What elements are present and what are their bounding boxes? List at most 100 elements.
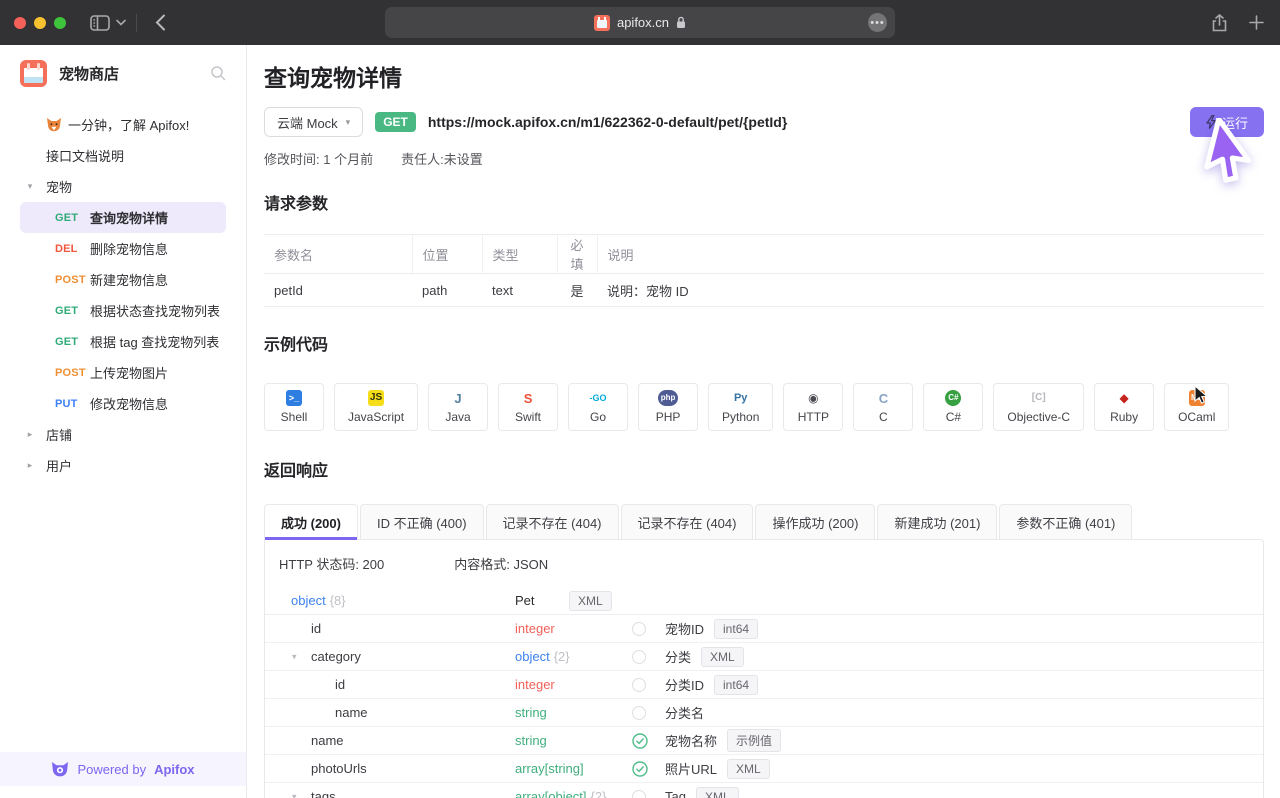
param-name: petId	[264, 274, 412, 307]
sidebar-item-update-pet[interactable]: PUT 修改宠物信息	[0, 388, 246, 419]
schema-row-name: name string 宠物名称示例值	[265, 727, 1263, 755]
lang-card-php[interactable]: phpPHP	[638, 383, 698, 431]
sidebar-item-intro[interactable]: 一分钟，了解 Apifox!	[0, 109, 246, 140]
traffic-lights	[14, 17, 66, 29]
powered-by-apifox[interactable]: Powered by Apifox	[0, 752, 246, 786]
column-header: 说明	[597, 235, 1264, 274]
sidebar-item-find-by-tag[interactable]: GET 根据 tag 查找宠物列表	[0, 326, 246, 357]
sidebar-item-create-pet[interactable]: POST 新建宠物信息	[0, 264, 246, 295]
lang-card-ruby[interactable]: ◆Ruby	[1094, 383, 1154, 431]
tab-bad-param-401[interactable]: 参数不正确 (401)	[999, 504, 1132, 540]
sidebar-item-upload-image[interactable]: POST 上传宠物图片	[0, 357, 246, 388]
sidebar-item-label: 新建宠物信息	[90, 270, 168, 289]
objective-c-icon: [C]	[1031, 390, 1047, 406]
field-desc: 分类ID	[665, 675, 704, 694]
lang-card-swift[interactable]: SSwift	[498, 383, 558, 431]
method-badge: GET	[375, 112, 416, 132]
tab-not-found-404-b[interactable]: 记录不存在 (404)	[621, 504, 754, 540]
field-desc: 宠物ID	[665, 619, 704, 638]
required-check-icon	[632, 761, 648, 777]
zoom-window-button[interactable]	[54, 17, 66, 29]
param-desc: 说明：宠物 ID	[597, 274, 1264, 307]
endpoint-url: https://mock.apifox.cn/m1/622362-0-defau…	[428, 114, 787, 130]
chevron-down-icon[interactable]	[116, 19, 126, 26]
tab-not-found-404-a[interactable]: 记录不存在 (404)	[486, 504, 619, 540]
sidebar-toggle-icon[interactable]	[90, 15, 110, 31]
sidebar-item-delete-pet[interactable]: DEL 删除宠物信息	[0, 233, 246, 264]
tab-bad-id-400[interactable]: ID 不正确 (400)	[360, 504, 484, 540]
chevron-right-icon[interactable]: ▸	[24, 460, 36, 471]
chevron-down-icon[interactable]: ▾	[24, 181, 36, 192]
sidebar-item-label: 修改宠物信息	[90, 394, 168, 413]
python-icon: Py	[733, 390, 749, 406]
back-button[interactable]	[155, 14, 166, 31]
sidebar-group-label: 宠物	[46, 177, 72, 196]
chevron-down-icon[interactable]: ▾	[292, 651, 297, 662]
env-select-value: 云端 Mock	[277, 113, 338, 132]
chevron-right-icon[interactable]: ▸	[24, 429, 36, 440]
doc-content: 查询宠物详情 云端 Mock ▾ GET https://mock.apifox…	[247, 45, 1280, 798]
share-icon[interactable]	[1212, 14, 1227, 32]
sidebar-item-doc-readme[interactable]: 接口文档说明	[0, 140, 246, 171]
run-button[interactable]: 运行	[1190, 107, 1264, 137]
address-bar[interactable]: apifox.cn •••	[385, 7, 895, 38]
xml-badge[interactable]: XML	[727, 759, 770, 779]
sidebar-group-label: 店铺	[46, 425, 72, 444]
lang-card-ocaml[interactable]: MLOCaml	[1164, 383, 1229, 431]
sidebar-group-label: 用户	[46, 456, 72, 475]
tab-op-success-200[interactable]: 操作成功 (200)	[755, 504, 875, 540]
lightning-icon	[1206, 115, 1216, 129]
env-mock-select[interactable]: 云端 Mock ▾	[264, 107, 363, 137]
sidebar-nav: 一分钟，了解 Apifox! 接口文档说明 ▾ 宠物 GET 查询宠物详情 DE…	[0, 101, 246, 481]
lang-card-javascript[interactable]: JSJavaScript	[334, 383, 418, 431]
root-type: object	[291, 593, 326, 608]
ocaml-icon: ML	[1189, 390, 1205, 406]
request-params-heading: 请求参数	[264, 190, 1264, 214]
reader-more-icon[interactable]: •••	[868, 13, 887, 32]
close-window-button[interactable]	[14, 17, 26, 29]
lang-card-python[interactable]: PyPython	[708, 383, 773, 431]
lang-card-c[interactable]: CC	[853, 383, 913, 431]
php-icon: php	[658, 390, 679, 406]
xml-badge[interactable]: XML	[696, 787, 739, 798]
tab-success-200[interactable]: 成功 (200)	[264, 504, 358, 540]
field-desc: 宠物名称	[665, 731, 717, 750]
minimize-window-button[interactable]	[34, 17, 46, 29]
lang-card-objective-c[interactable]: [C]Objective-C	[993, 383, 1084, 431]
optional-circle-icon	[632, 650, 646, 664]
sidebar-item-get-pet-detail[interactable]: GET 查询宠物详情	[20, 202, 226, 233]
lang-card-go[interactable]: -GOGo	[568, 383, 628, 431]
example-value-badge[interactable]: 示例值	[727, 729, 781, 752]
sidebar-item-label: 查询宠物详情	[90, 208, 168, 227]
method-label: GET	[55, 305, 86, 317]
sidebar-group-store[interactable]: ▸ 店铺	[0, 419, 246, 450]
lang-card-csharp[interactable]: C#C#	[923, 383, 983, 431]
schema-row-category: ▾category object{2} 分类XML	[265, 643, 1263, 671]
page-title: 查询宠物详情	[264, 63, 1264, 93]
owner: 责任人:未设置	[401, 149, 483, 168]
lang-card-shell[interactable]: >_Shell	[264, 383, 324, 431]
search-icon[interactable]	[210, 65, 226, 81]
xml-badge[interactable]: XML	[569, 591, 612, 611]
optional-circle-icon	[632, 790, 646, 798]
int64-badge: int64	[714, 675, 758, 695]
sidebar-group-pet[interactable]: ▾ 宠物	[0, 171, 246, 202]
tab-created-201[interactable]: 新建成功 (201)	[877, 504, 997, 540]
lang-card-java[interactable]: JJava	[428, 383, 488, 431]
sidebar-item-label: 接口文档说明	[46, 146, 124, 165]
c-icon: C	[875, 390, 891, 406]
language-cards: >_Shell JSJavaScript JJava SSwift -GOGo …	[264, 383, 1264, 431]
field-name: id	[335, 677, 345, 692]
xml-badge[interactable]: XML	[701, 647, 744, 667]
field-name: name	[335, 705, 368, 720]
response-schema: object{8} Pet XML id integer 宠物IDint64 ▾…	[265, 587, 1263, 798]
column-header: 参数名	[264, 235, 412, 274]
schema-row-photourls: photoUrls array[string] 照片URLXML	[265, 755, 1263, 783]
int64-badge: int64	[714, 619, 758, 639]
method-label: POST	[55, 367, 86, 379]
chevron-down-icon[interactable]: ▾	[292, 791, 297, 798]
lang-card-http[interactable]: ◉HTTP	[783, 383, 843, 431]
sidebar-group-user[interactable]: ▸ 用户	[0, 450, 246, 481]
new-tab-icon[interactable]	[1249, 15, 1264, 30]
sidebar-item-find-by-status[interactable]: GET 根据状态查找宠物列表	[0, 295, 246, 326]
